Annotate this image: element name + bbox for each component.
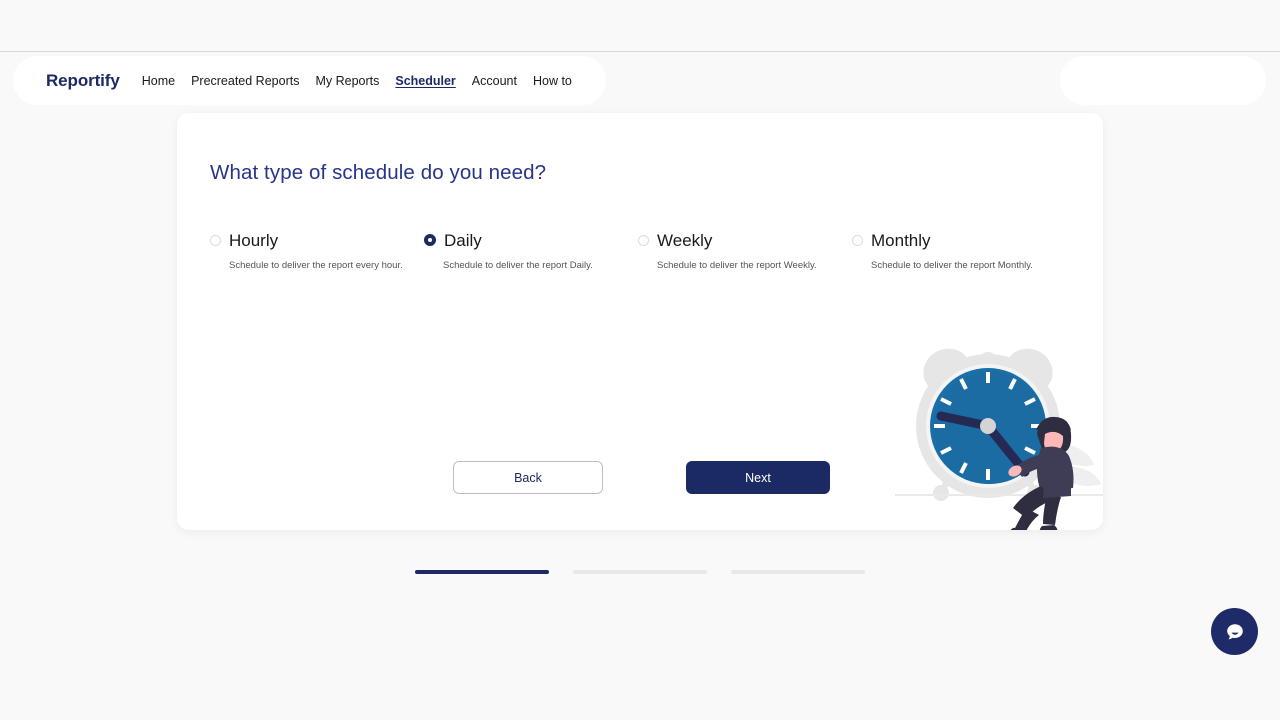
radio-icon-weekly[interactable]: [638, 234, 649, 246]
radio-icon-monthly[interactable]: [852, 234, 863, 246]
nav-right-panel: [1060, 56, 1266, 105]
wizard-stepper: [415, 570, 865, 574]
chat-widget-button[interactable]: [1211, 608, 1258, 655]
radio-option-hourly[interactable]: Hourly Schedule to deliver the report ev…: [210, 228, 424, 271]
nav-link-scheduler[interactable]: Scheduler: [395, 74, 455, 88]
next-button[interactable]: Next: [686, 461, 830, 494]
radio-desc-daily: Schedule to deliver the report Daily.: [443, 260, 593, 271]
nav-links: Home Precreated Reports My Reports Sched…: [142, 74, 572, 88]
chat-bubble-icon: [1226, 623, 1243, 639]
radio-label-hourly: Hourly: [229, 230, 279, 250]
radio-desc-weekly: Schedule to deliver the report Weekly.: [657, 260, 817, 271]
nav-link-my-reports[interactable]: My Reports: [315, 74, 379, 88]
schedule-type-card: What type of schedule do you need? Hourl…: [177, 113, 1103, 530]
radio-desc-hourly: Schedule to deliver the report every hou…: [229, 260, 403, 271]
nav-link-home[interactable]: Home: [142, 74, 175, 88]
nav-link-how-to[interactable]: How to: [533, 74, 572, 88]
radio-desc-monthly: Schedule to deliver the report Monthly.: [871, 260, 1033, 271]
radio-option-weekly-head: Weekly: [638, 228, 852, 252]
nav-link-precreated-reports[interactable]: Precreated Reports: [191, 74, 299, 88]
radio-option-daily-head: Daily: [424, 228, 638, 252]
radio-label-monthly: Monthly: [871, 230, 931, 250]
nav-link-account[interactable]: Account: [472, 74, 517, 88]
stepper-segment-2[interactable]: [573, 570, 707, 574]
radio-label-daily: Daily: [444, 230, 482, 250]
radio-option-daily[interactable]: Daily Schedule to deliver the report Dai…: [424, 228, 638, 271]
top-strip: [0, 0, 1280, 51]
radio-option-monthly[interactable]: Monthly Schedule to deliver the report M…: [852, 228, 1066, 271]
back-button[interactable]: Back: [453, 461, 603, 494]
header-divider: [0, 51, 1280, 52]
radio-option-monthly-head: Monthly: [852, 228, 1066, 252]
radio-icon-daily[interactable]: [424, 234, 436, 246]
navbar: Reportify Home Precreated Reports My Rep…: [13, 56, 606, 105]
stepper-segment-3[interactable]: [731, 570, 865, 574]
page-title: What type of schedule do you need?: [210, 161, 547, 184]
radio-icon-hourly[interactable]: [210, 234, 221, 246]
radio-option-weekly[interactable]: Weekly Schedule to deliver the report We…: [638, 228, 852, 271]
radio-option-hourly-head: Hourly: [210, 228, 424, 252]
alarm-clock-illustration: [895, 348, 1103, 530]
radio-label-weekly: Weekly: [657, 230, 713, 250]
stepper-segment-1[interactable]: [415, 570, 549, 574]
brand-logo[interactable]: Reportify: [46, 71, 120, 91]
schedule-type-radio-group: Hourly Schedule to deliver the report ev…: [210, 228, 1080, 271]
